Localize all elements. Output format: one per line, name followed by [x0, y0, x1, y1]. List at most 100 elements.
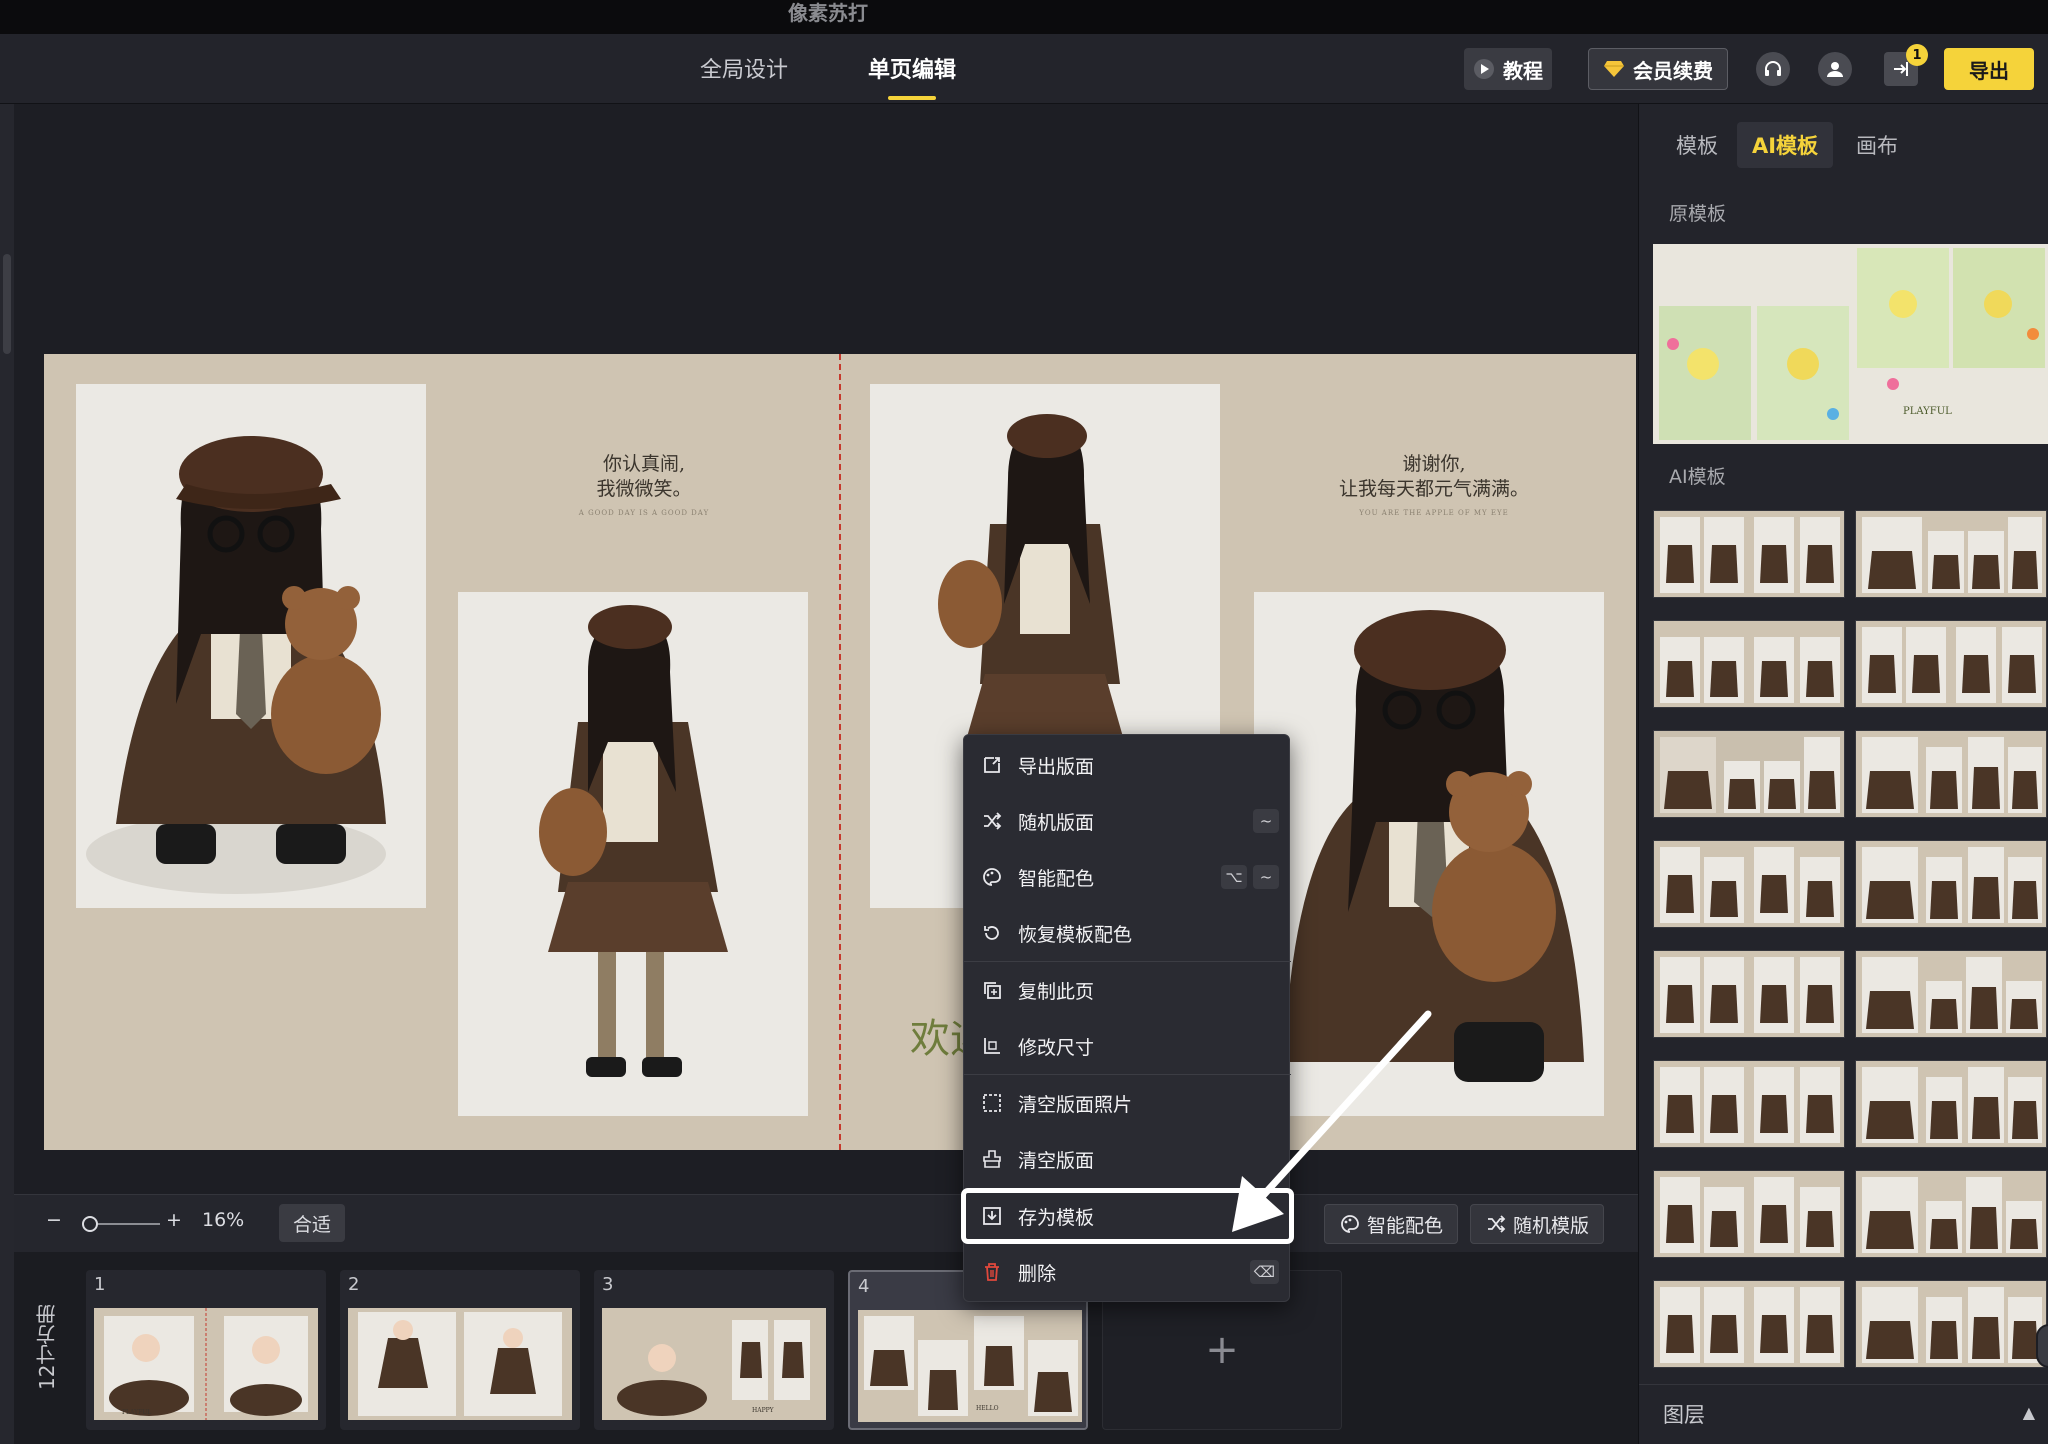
ai-template-thumb[interactable] [1855, 1170, 2047, 1258]
spread-canvas[interactable]: 你认真闹, 我微微笑。 A GOOD DAY IS A GOOD DAY 谢谢你… [44, 354, 1636, 1150]
right-caption-small: YOU ARE THE APPLE OF MY EYE [1359, 509, 1509, 517]
diamond-icon [1604, 61, 1624, 77]
ai-template-thumb[interactable] [1653, 840, 1845, 928]
menu-item-label: 复制此页 [1018, 980, 1095, 1003]
ai-template-thumb[interactable] [1653, 1060, 1845, 1148]
photo-seated-girl-right[interactable] [1254, 592, 1604, 1116]
menu-random-layout[interactable]: 随机版面 ~ [964, 796, 1291, 846]
export-label: 导出 [1969, 58, 2009, 83]
page-number: 2 [348, 1274, 360, 1295]
copy-page-icon [978, 976, 1006, 1004]
page-strip: 12寸方册 1 PLAYFUL 2 3 HAPPY 4 HELLO + [14, 1252, 1638, 1444]
menu-divider [964, 961, 1291, 962]
page-number: 4 [858, 1276, 870, 1297]
page-thumb-image: PLAYFUL [94, 1308, 318, 1420]
ai-template-thumb[interactable] [1855, 1280, 2047, 1368]
restore-icon [978, 919, 1006, 947]
page-thumb-4-caption: HELLO [976, 1405, 999, 1412]
tab-canvas[interactable]: 画布 [1845, 122, 1909, 168]
ai-template-thumb[interactable] [1653, 620, 1845, 708]
zoom-in-button[interactable]: + [166, 1209, 182, 1231]
logout-icon[interactable]: 1 [1884, 44, 1928, 86]
photo-seated-girl-left-image [76, 384, 426, 908]
right-caption-line1: 谢谢你, [1402, 453, 1466, 475]
right-panel: 模板 AI模板 画布 原模板 PLAYFUL AI模板 图层 ▲ [1638, 104, 2048, 1444]
ai-template-thumb[interactable] [1855, 840, 2047, 928]
tab-ai-templates[interactable]: AI模板 [1737, 122, 1833, 168]
ai-template-thumb[interactable] [1653, 1280, 1845, 1368]
ai-template-heading: AI模板 [1669, 466, 1726, 488]
shortcut-key: ~ [1253, 809, 1279, 833]
ai-template-thumb[interactable] [1855, 620, 2047, 708]
menu-copy-page[interactable]: 复制此页 [964, 965, 1291, 1015]
tab-templates[interactable]: 模板 [1665, 122, 1729, 168]
ai-template-thumb[interactable] [1855, 510, 2047, 598]
original-template-preview[interactable]: PLAYFUL [1653, 244, 2048, 444]
zoom-out-button[interactable]: − [46, 1209, 62, 1231]
ai-template-thumb[interactable] [1653, 1170, 1845, 1258]
workspace: 你认真闹, 我微微笑。 A GOOD DAY IS A GOOD DAY 谢谢你… [14, 104, 1638, 1194]
menu-save-as-template[interactable]: 存为模板 [961, 1188, 1294, 1244]
left-scrollbar[interactable] [3, 254, 11, 354]
menu-smart-color[interactable]: 智能配色 ⌥ ~ [964, 852, 1291, 902]
ai-template-thumb[interactable] [1855, 1060, 2047, 1148]
right-page-caption[interactable]: 谢谢你, 让我每天都元气满满。 YOU ARE THE APPLE OF MY … [1314, 452, 1554, 520]
ai-template-thumb[interactable] [1653, 730, 1845, 818]
page-thumb-2[interactable]: 2 [340, 1270, 580, 1430]
menu-clear-photos[interactable]: 清空版面照片 [964, 1078, 1291, 1128]
original-template-caption: PLAYFUL [1903, 406, 1952, 417]
app-window: 像素苏打 全局设计 单页编辑 教程 会员续费 1 导出 你认真闹, 我微微笑。 … [0, 0, 2048, 1444]
tutorial-button[interactable]: 教程 [1464, 48, 1552, 90]
original-template-heading: 原模板 [1669, 203, 1727, 225]
photo-standing-girl-left[interactable] [458, 592, 808, 1116]
menu-item-label: 导出版面 [1018, 755, 1095, 778]
menu-item-label: 恢复模板配色 [1018, 923, 1133, 946]
shortcut-keys: ⌥ ~ [1221, 865, 1279, 889]
ai-template-thumb[interactable] [1653, 510, 1845, 598]
menu-resize[interactable]: 修改尺寸 [964, 1021, 1291, 1071]
random-layout-button[interactable]: 随机模版 [1470, 1204, 1604, 1244]
photo-seated-girl-right-image [1254, 592, 1604, 1116]
menu-delete[interactable]: 删除 ⌫ [964, 1247, 1291, 1297]
right-caption-line2: 让我每天都元气满满。 [1338, 478, 1529, 500]
menu-clear-layout[interactable]: 清空版面 [964, 1134, 1291, 1184]
tutorial-label: 教程 [1503, 58, 1543, 83]
chevron-up-icon[interactable]: ▲ [2023, 1403, 2035, 1422]
menu-divider [964, 1074, 1291, 1075]
tab-single-page-edit-label: 单页编辑 [868, 58, 957, 83]
page-thumb-3[interactable]: 3 HAPPY [594, 1270, 834, 1430]
menu-restore-template-color[interactable]: 恢复模板配色 [964, 908, 1291, 958]
layers-section[interactable]: 图层 ▲ [1639, 1384, 2048, 1444]
shuffle-icon [1487, 1215, 1506, 1233]
trash-icon [978, 1258, 1006, 1286]
context-menu: 导出版面 随机版面 ~ 智能配色 ⌥ ~ 恢复模板配色 复制此页 修改尺寸 清空版 [961, 734, 1294, 1302]
ai-template-thumb[interactable] [1855, 730, 2047, 818]
ai-template-thumb[interactable] [1855, 950, 2047, 1038]
fit-button[interactable]: 合适 [279, 1204, 345, 1242]
tab-single-page-edit[interactable]: 单页编辑 [868, 52, 957, 100]
vip-renew-label: 会员续费 [1633, 58, 1713, 83]
headset-icon[interactable] [1756, 52, 1790, 86]
photo-seated-girl-left[interactable] [76, 384, 426, 908]
left-caption-line1: 你认真闹, [602, 453, 686, 475]
left-page-caption[interactable]: 你认真闹, 我微微笑。 A GOOD DAY IS A GOOD DAY [544, 452, 744, 520]
vip-renew-button[interactable]: 会员续费 [1588, 48, 1728, 90]
random-layout-label: 随机模版 [1512, 1214, 1589, 1237]
shortcut-keys: ⌫ [1249, 1260, 1279, 1284]
menu-item-label: 随机版面 [1018, 811, 1095, 834]
tab-global-design[interactable]: 全局设计 [700, 52, 788, 84]
left-edge-panel [0, 104, 14, 1444]
export-button[interactable]: 导出 [1944, 48, 2034, 90]
user-avatar-icon[interactable] [1818, 52, 1852, 86]
album-size-label: 12寸方册 [35, 1304, 59, 1390]
menu-export-layout[interactable]: 导出版面 [964, 740, 1291, 790]
smart-color-button[interactable]: 智能配色 [1324, 1204, 1458, 1244]
menu-item-label: 修改尺寸 [1018, 1036, 1095, 1059]
clear-photos-icon [978, 1089, 1006, 1117]
left-caption-small: A GOOD DAY IS A GOOD DAY [578, 509, 710, 517]
panel-collapse-handle[interactable] [2036, 1324, 2048, 1368]
page-thumb-1[interactable]: 1 PLAYFUL [86, 1270, 326, 1430]
zoom-slider[interactable] [82, 1216, 160, 1232]
zoom-slider-knob[interactable] [82, 1216, 98, 1232]
ai-template-thumb[interactable] [1653, 950, 1845, 1038]
